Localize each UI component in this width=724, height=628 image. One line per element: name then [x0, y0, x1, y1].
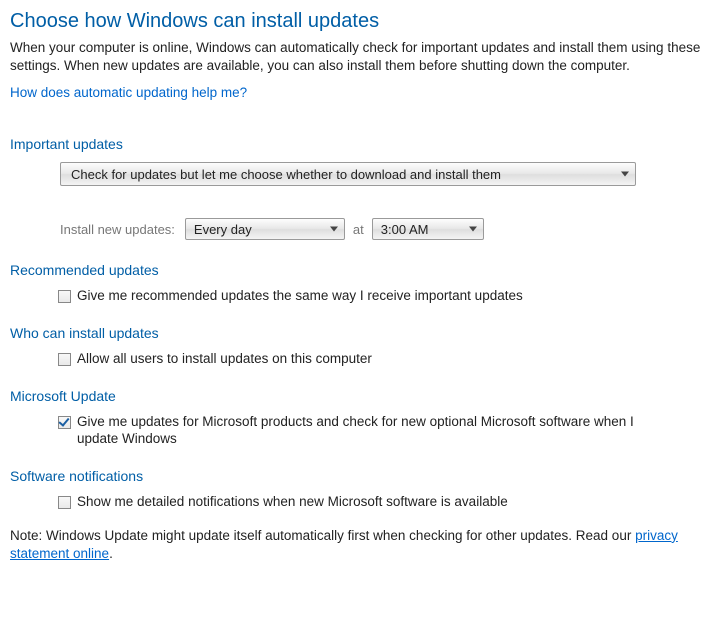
heading-software-notifications: Software notifications — [10, 468, 714, 484]
allow-all-users-checkbox[interactable] — [58, 353, 71, 366]
help-link[interactable]: How does automatic updating help me? — [10, 85, 247, 100]
note-suffix: . — [109, 546, 113, 561]
recommended-checkbox[interactable] — [58, 290, 71, 303]
install-frequency-dropdown[interactable]: Every day — [185, 218, 345, 240]
chevron-down-icon — [330, 227, 338, 232]
heading-microsoft-update: Microsoft Update — [10, 388, 714, 404]
section-who-can-install: Who can install updates Allow all users … — [10, 325, 714, 368]
section-recommended-updates: Recommended updates Give me recommended … — [10, 262, 714, 305]
intro-text: When your computer is online, Windows ca… — [10, 39, 714, 75]
microsoft-update-checkbox[interactable] — [58, 416, 71, 429]
chevron-down-icon — [469, 227, 477, 232]
section-microsoft-update: Microsoft Update Give me updates for Mic… — [10, 388, 714, 448]
heading-who-can-install: Who can install updates — [10, 325, 714, 341]
section-important-updates: Important updates Check for updates but … — [10, 136, 714, 240]
software-notifications-checkbox-label[interactable]: Show me detailed notifications when new … — [77, 494, 508, 511]
install-schedule-label: Install new updates: — [60, 222, 175, 237]
update-mode-dropdown[interactable]: Check for updates but let me choose whet… — [60, 162, 636, 186]
note-text: Note: Windows Update might update itself… — [10, 527, 714, 563]
install-schedule-row: Install new updates: Every day at 3:00 A… — [60, 218, 714, 240]
section-software-notifications: Software notifications Show me detailed … — [10, 468, 714, 511]
microsoft-update-checkbox-label[interactable]: Give me updates for Microsoft products a… — [77, 414, 677, 448]
install-time-value: 3:00 AM — [381, 222, 429, 237]
allow-all-users-checkbox-label[interactable]: Allow all users to install updates on th… — [77, 351, 372, 368]
update-mode-value: Check for updates but let me choose whet… — [71, 167, 501, 182]
recommended-checkbox-label[interactable]: Give me recommended updates the same way… — [77, 288, 523, 305]
chevron-down-icon — [621, 172, 629, 177]
heading-recommended-updates: Recommended updates — [10, 262, 714, 278]
page-title: Choose how Windows can install updates — [10, 10, 714, 33]
heading-important-updates: Important updates — [10, 136, 714, 152]
install-time-dropdown[interactable]: 3:00 AM — [372, 218, 484, 240]
software-notifications-checkbox[interactable] — [58, 496, 71, 509]
install-frequency-value: Every day — [194, 222, 252, 237]
install-at-label: at — [353, 222, 364, 237]
note-prefix: Note: Windows Update might update itself… — [10, 528, 635, 543]
